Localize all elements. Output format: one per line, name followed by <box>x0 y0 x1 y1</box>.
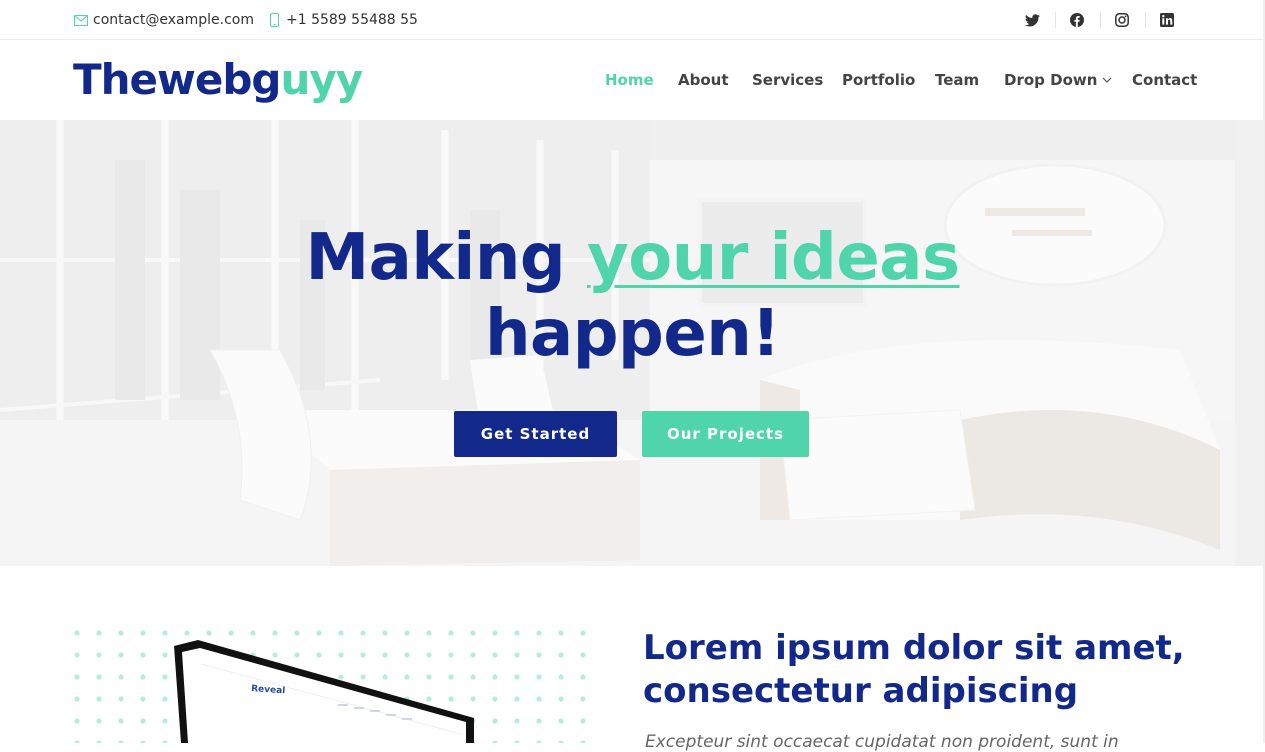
logo-main-text: Thewebg <box>73 55 281 104</box>
social-divider <box>1100 12 1101 28</box>
email-text: contact@example.com <box>93 12 254 28</box>
about-image: Reveal <box>66 622 600 743</box>
our-projects-button[interactable]: Our Projects <box>642 411 809 457</box>
laptop-mockup-illustration: Reveal <box>66 622 600 743</box>
phone-text: +1 5589 55488 55 <box>286 12 418 28</box>
envelope-icon <box>73 12 89 28</box>
site-logo[interactable]: Thewebguyy <box>73 54 363 106</box>
nav-home[interactable]: Home <box>605 70 654 90</box>
linkedin-icon[interactable] <box>1157 0 1177 40</box>
facebook-icon[interactable] <box>1067 0 1087 40</box>
social-divider <box>1145 12 1146 28</box>
nav-dropdown[interactable]: Drop Down <box>1004 70 1112 90</box>
nav-about[interactable]: About <box>678 70 729 90</box>
top-bar: contact@example.com +1 5589 55488 55 <box>0 0 1265 40</box>
hero-title-part1: Making <box>305 221 587 295</box>
nav-services[interactable]: Services <box>752 70 823 90</box>
twitter-icon[interactable] <box>1022 0 1042 40</box>
nav-team[interactable]: Team <box>935 70 979 90</box>
hero-title: Making your ideas happen! <box>0 220 1265 372</box>
logo-accent-text: uyy <box>280 55 363 104</box>
hero-title-highlight: your ideas <box>587 221 960 295</box>
get-started-button[interactable]: Get Started <box>454 411 617 457</box>
about-title: Lorem ipsum dolor sit amet, consectetur … <box>643 628 1185 711</box>
nav-contact[interactable]: Contact <box>1132 70 1197 90</box>
about-text: Excepteur sint occaecat cupidatat non pr… <box>645 732 1119 752</box>
nav-dropdown-label: Drop Down <box>1004 71 1098 89</box>
social-divider <box>1055 12 1056 28</box>
nav-portfolio[interactable]: Portfolio <box>842 70 915 90</box>
contact-email[interactable]: contact@example.com <box>73 0 254 40</box>
contact-phone[interactable]: +1 5589 55488 55 <box>266 0 418 40</box>
chevron-down-icon <box>1102 77 1112 83</box>
phone-icon <box>266 12 282 28</box>
hero-section: Making your ideas happen! Get Started Ou… <box>0 120 1265 566</box>
hero-title-part2: happen! <box>484 297 781 371</box>
main-header: Thewebguyy Home About Services Portfolio… <box>0 40 1265 120</box>
instagram-icon[interactable] <box>1112 0 1132 40</box>
